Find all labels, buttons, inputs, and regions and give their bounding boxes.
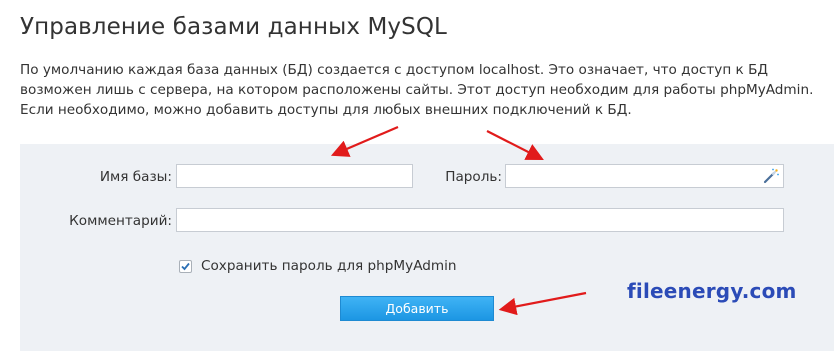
watermark: fileenergy.com	[627, 279, 797, 303]
password-label: Пароль:	[445, 169, 502, 185]
comment-input[interactable]	[176, 208, 784, 232]
password-input[interactable]	[505, 164, 784, 188]
save-password-label: Сохранить пароль для phpMyAdmin	[201, 258, 457, 274]
db-name-label: Имя базы:	[99, 169, 172, 185]
magic-wand-icon[interactable]	[762, 167, 780, 185]
page-description: По умолчанию каждая база данных (БД) соз…	[20, 62, 814, 118]
db-name-input[interactable]	[176, 164, 413, 188]
checkmark-icon	[181, 262, 190, 271]
add-database-button[interactable]: Добавить	[340, 296, 494, 321]
comment-label: Комментарий:	[69, 213, 172, 229]
save-password-checkbox[interactable]	[179, 260, 192, 273]
page-title: Управление базами данных MySQL	[20, 14, 447, 40]
